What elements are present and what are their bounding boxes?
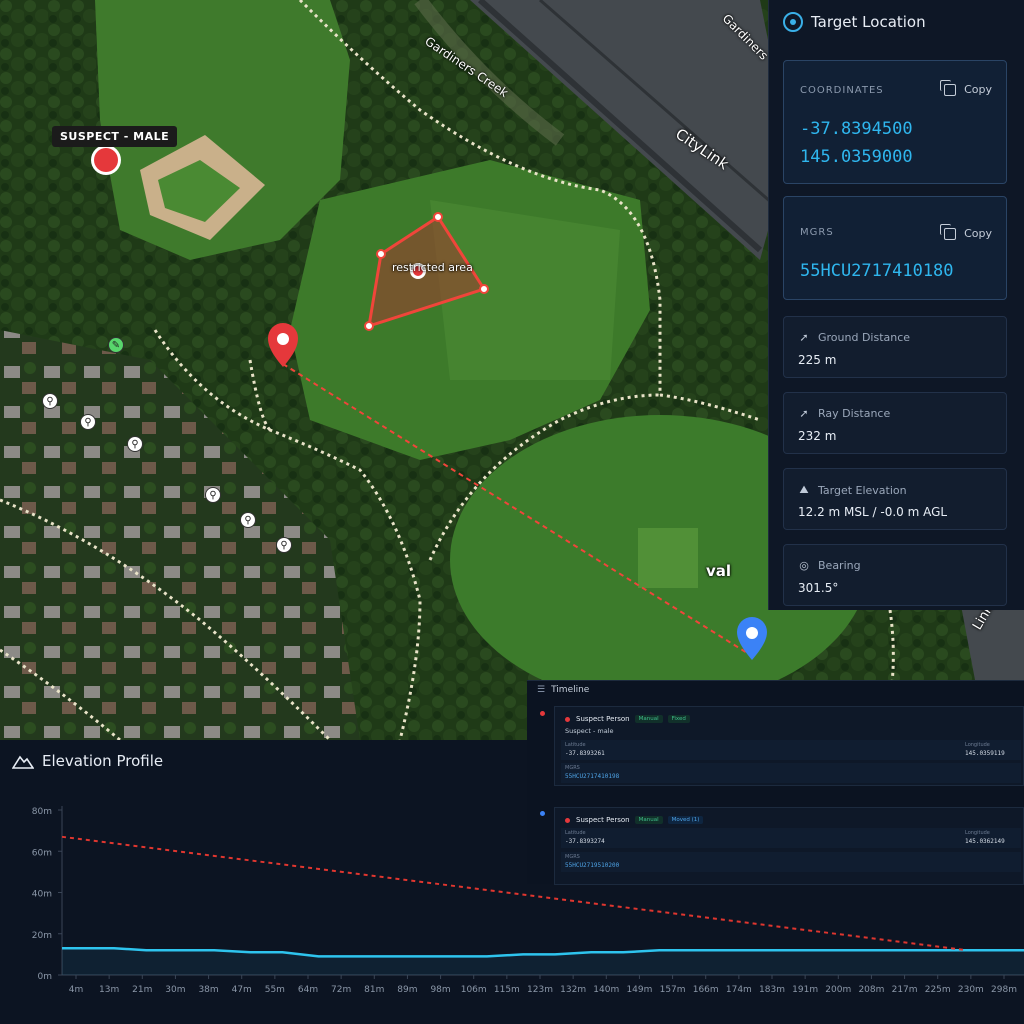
longitude-value: 145.0359119 xyxy=(965,750,1005,757)
copy-mgrs-button[interactable]: Copy xyxy=(940,223,992,240)
panel-title: Target Location xyxy=(811,13,926,31)
ground-distance-card: ➚ Ground Distance 225 m xyxy=(783,316,1007,378)
longitude-value[interactable]: 145.0359000 xyxy=(800,147,913,167)
timeline-event[interactable]: Suspect Person Manual Fixed Suspect - male… xyxy=(554,706,1024,786)
x-tick-label: 174m xyxy=(726,985,752,995)
x-tick-label: 132m xyxy=(560,985,586,995)
compass-icon: ◎ xyxy=(799,559,809,572)
longitude-key: Longitude xyxy=(965,830,990,836)
timeline-header: ☰ Timeline xyxy=(537,685,589,695)
x-tick-label: 298m xyxy=(991,985,1017,995)
timeline-event[interactable]: Suspect Person Manual Moved (1) Latitude -… xyxy=(554,807,1024,885)
x-tick-label: 140m xyxy=(593,985,619,995)
elevation-title: Elevation Profile xyxy=(42,752,164,770)
copy-coordinates-button[interactable]: Copy xyxy=(940,79,992,96)
event-badge: Moved (1) xyxy=(667,816,704,824)
timeline-panel: ☰ Timeline Suspect Person Manual Fixed Susp… xyxy=(527,680,1024,885)
app-root: SUSPECT - MALE restricted area Gardiners… xyxy=(0,0,1024,1024)
x-tick-label: 225m xyxy=(925,985,951,995)
x-tick-label: 157m xyxy=(660,985,686,995)
latitude-value: -37.8393274 xyxy=(565,838,605,845)
longitude-value: 145.0362149 xyxy=(965,838,1005,845)
mgrs-value[interactable]: 55HCU2717410180 xyxy=(800,261,954,281)
latitude-value[interactable]: -37.8394500 xyxy=(800,119,913,139)
latitude-value: -37.8393261 xyxy=(565,750,605,757)
event-mgrs-row: MGRS 55HCU2717410198 xyxy=(561,763,1021,783)
copy-icon xyxy=(940,79,957,96)
ray-distance-value: 232 m xyxy=(798,429,837,443)
event-title: Suspect Person xyxy=(576,816,630,824)
event-badge: Manual xyxy=(634,715,663,723)
target-elevation-card: ⛰ Target Elevation 12.2 m MSL / -0.0 m AG… xyxy=(783,468,1007,530)
x-tick-label: 200m xyxy=(825,985,851,995)
x-tick-label: 149m xyxy=(626,985,652,995)
elevation-panel-bg xyxy=(0,740,527,1024)
longitude-key: Longitude xyxy=(965,742,990,748)
event-subtitle: Suspect - male xyxy=(565,727,614,735)
x-tick-label: 166m xyxy=(693,985,719,995)
event-mgrs-row: MGRS 55HCU2719510200 xyxy=(561,852,1021,872)
x-tick-label: 123m xyxy=(527,985,553,995)
x-tick-label: 217m xyxy=(892,985,918,995)
coordinates-card: COORDINATES Copy -37.8394500 145.0359000 xyxy=(783,60,1007,184)
poi-search-icon[interactable]: ⚲ xyxy=(127,436,143,452)
x-tick-label: 208m xyxy=(858,985,884,995)
latitude-key: Latitude xyxy=(565,830,586,836)
restricted-area-label: restricted area xyxy=(392,261,473,274)
target-elevation-value: 12.2 m MSL / -0.0 m AGL xyxy=(798,505,948,519)
list-icon: ☰ xyxy=(537,685,546,695)
mgrs-key: MGRS xyxy=(565,854,580,860)
ray-distance-card: ➚ Ray Distance 232 m xyxy=(783,392,1007,454)
latitude-key: Latitude xyxy=(565,742,586,748)
bearing-label: Bearing xyxy=(818,559,861,572)
event-coords-row: Latitude -37.8393261 Longitude 145.03591… xyxy=(561,740,1021,760)
x-tick-label: 230m xyxy=(958,985,984,995)
mgrs-card: MGRS Copy 55HCU2717410180 xyxy=(783,196,1007,300)
poi-search-icon[interactable]: ⚲ xyxy=(42,393,58,409)
event-badge: Manual xyxy=(634,816,663,824)
x-tick-label: 191m xyxy=(792,985,818,995)
ground-distance-value: 225 m xyxy=(798,353,837,367)
ground-distance-label: Ground Distance xyxy=(818,331,911,344)
poi-search-icon[interactable]: ⚲ xyxy=(240,512,256,528)
status-dot xyxy=(565,817,570,823)
mgrs-key: MGRS xyxy=(565,765,580,771)
status-dot xyxy=(565,716,570,722)
crosshair-icon xyxy=(783,12,803,32)
event-title: Suspect Person xyxy=(576,715,630,723)
panel-header: Target Location xyxy=(769,0,1024,44)
ray-distance-label: Ray Distance xyxy=(818,407,891,420)
copy-label: Copy xyxy=(964,227,992,240)
timeline-dot xyxy=(540,811,545,816)
event-badge: Fixed xyxy=(667,715,690,723)
timeline-title: Timeline xyxy=(551,685,590,695)
poi-search-icon[interactable]: ⚲ xyxy=(276,537,292,553)
arrow-icon: ➚ xyxy=(799,331,809,344)
mgrs-value: 55HCU2717410198 xyxy=(565,773,620,780)
x-tick-label: 183m xyxy=(759,985,785,995)
mountain-icon: ⛰ xyxy=(799,483,809,496)
poi-green-icon[interactable]: ✎ xyxy=(108,337,124,353)
coordinates-label: COORDINATES xyxy=(800,85,884,96)
poi-search-icon[interactable]: ⚲ xyxy=(80,414,96,430)
mountain-icon xyxy=(12,755,34,769)
mgrs-value: 55HCU2719510200 xyxy=(565,862,620,869)
bearing-card: ◎ Bearing 301.5° xyxy=(783,544,1007,606)
event-coords-row: Latitude -37.8393274 Longitude 145.03621… xyxy=(561,828,1021,848)
copy-icon xyxy=(940,223,957,240)
target-elevation-label: Target Elevation xyxy=(818,483,907,497)
mgrs-label: MGRS xyxy=(800,227,834,238)
timeline-dot xyxy=(540,711,545,716)
oval-label: val xyxy=(706,562,732,580)
bearing-value: 301.5° xyxy=(798,581,839,595)
poi-search-icon[interactable]: ⚲ xyxy=(205,487,221,503)
suspect-map-label[interactable]: SUSPECT - MALE xyxy=(52,126,178,147)
elevation-header: Elevation Profile xyxy=(12,752,163,770)
arrow-icon: ➚ xyxy=(799,407,809,420)
target-location-panel: Target Location COORDINATES Copy -37.839… xyxy=(768,0,1024,610)
copy-label: Copy xyxy=(964,83,992,96)
